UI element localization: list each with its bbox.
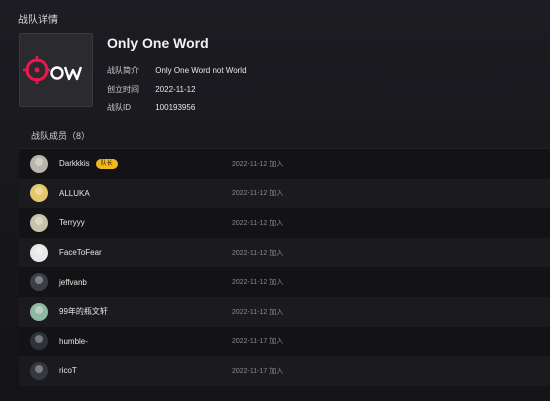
member-join-date: 2022-11-17 加入: [232, 338, 284, 346]
team-founded-value: 2022-11-12: [155, 85, 196, 94]
team-founded-label: 创立时间: [107, 85, 139, 94]
member-avatar[interactable]: [30, 154, 48, 173]
member-join-date: 2022-11-12 加入: [232, 190, 284, 198]
team-id-value: 100193956: [155, 103, 196, 112]
member-name[interactable]: 99年的瓶文轩: [59, 306, 108, 317]
member-join-date: 2022-11-12 加入: [232, 160, 284, 168]
member-avatar[interactable]: [30, 273, 48, 292]
member-join-date: 2022-11-12 加入: [232, 308, 284, 316]
member-row[interactable]: Terryyy 2022-11-12 加入: [19, 208, 550, 238]
member-name[interactable]: Darkkkis: [59, 159, 90, 168]
member-row[interactable]: 99年的瓶文轩 2022-11-12 加入: [19, 296, 550, 327]
team-name: Only One Word: [107, 35, 209, 51]
member-join-date: 2022-11-17 加入: [232, 367, 284, 375]
member-avatar[interactable]: [30, 243, 48, 262]
member-row[interactable]: humble- 2022-11-17 加入: [19, 327, 550, 357]
member-avatar[interactable]: [30, 361, 48, 380]
member-name[interactable]: ALLUKA: [59, 189, 90, 198]
member-row[interactable]: ricoT 2022-11-17 加入: [19, 356, 550, 386]
captain-badge: 队长: [95, 158, 118, 169]
team-intro-label: 战队简介: [107, 66, 139, 75]
member-row[interactable]: FaceToFear 2022-11-12 加入: [19, 237, 550, 268]
team-detail-page: 战队详情 Only One Word 战队简介 Only One Word no…: [0, 0, 550, 401]
member-avatar[interactable]: [30, 332, 48, 351]
member-list: Darkkkis 队长 2022-11-12 加入 ALLUKA 2022-11-12 …: [19, 149, 550, 386]
team-logo: [19, 33, 93, 107]
ow-logo-icon: [23, 56, 83, 84]
member-name[interactable]: jeffvanb: [59, 278, 87, 287]
member-avatar[interactable]: [30, 302, 48, 321]
member-row[interactable]: jeffvanb 2022-11-12 加入: [19, 267, 550, 297]
member-avatar[interactable]: [30, 184, 48, 203]
team-intro-value: Only One Word not World: [155, 66, 247, 75]
team-id-label: 战队ID: [107, 103, 131, 112]
member-join-date: 2022-11-12 加入: [232, 279, 284, 287]
member-row[interactable]: ALLUKA 2022-11-12 加入: [19, 178, 550, 209]
member-name[interactable]: FaceToFear: [59, 248, 102, 257]
page-title: 战队详情: [18, 15, 58, 26]
member-name[interactable]: humble-: [59, 337, 88, 346]
team-intro-row: 战队简介 Only One Word not World: [107, 65, 247, 76]
members-header: 战队成员（8）: [19, 124, 550, 149]
member-join-date: 2022-11-12 加入: [232, 219, 284, 227]
team-founded-row: 创立时间 2022-11-12: [107, 84, 196, 95]
members-panel: 战队成员（8） Darkkkis 队长 2022-11-12 加入 ALLUKA 202…: [19, 124, 550, 386]
member-avatar[interactable]: [30, 213, 48, 232]
member-name[interactable]: ricoT: [59, 366, 77, 375]
member-row[interactable]: Darkkkis 队长 2022-11-12 加入: [19, 149, 550, 179]
team-id-row: 战队ID 100193956: [107, 102, 195, 113]
member-name[interactable]: Terryyy: [59, 218, 85, 227]
member-join-date: 2022-11-12 加入: [232, 249, 284, 257]
